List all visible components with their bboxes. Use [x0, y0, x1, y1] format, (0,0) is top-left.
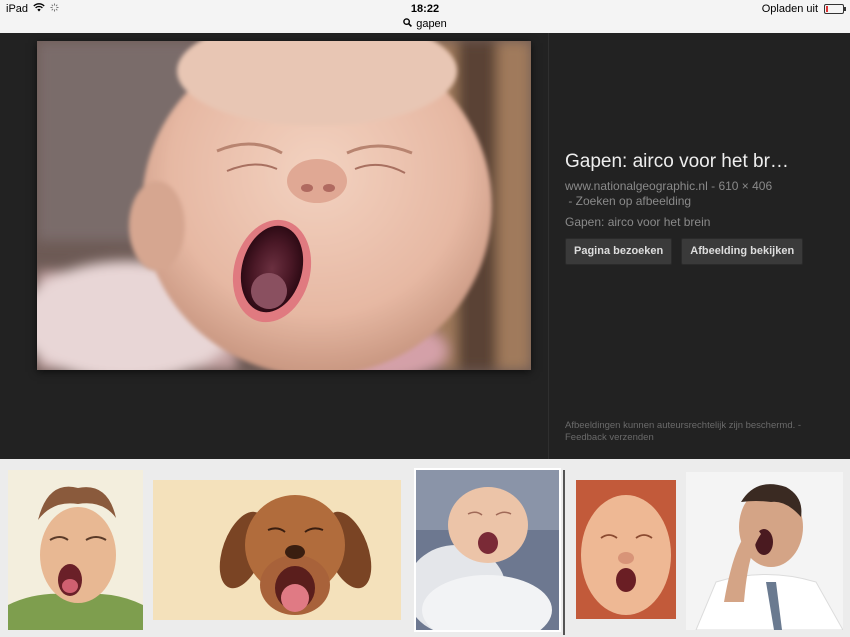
thumbnail-baby-closeup[interactable] [576, 480, 676, 619]
scroll-divider [563, 470, 565, 635]
feedback-link[interactable]: Feedback verzenden [565, 432, 654, 443]
thumbnail-strip [0, 459, 850, 637]
thumbnail-yawning-baby-selected[interactable] [416, 470, 559, 630]
thumbnail-yawning-dog[interactable] [153, 480, 401, 620]
main-image-yawning-baby[interactable] [37, 41, 531, 370]
panel-divider [548, 33, 549, 459]
battery-icon [824, 4, 846, 14]
image-title[interactable]: Gapen: airco voor het br… [565, 151, 810, 173]
image-caption: Gapen: airco voor het brein [565, 215, 711, 229]
image-info-panel: Gapen: airco voor het br… www.nationalge… [565, 151, 835, 265]
view-image-button[interactable]: Afbeelding bekijken [681, 238, 804, 265]
charging-label: Opladen uit [761, 3, 818, 15]
search-by-image-link[interactable]: - Zoeken op afbeelding [568, 194, 691, 208]
image-source: www.nationalgeographic.nl - 610 × 406 - … [565, 179, 835, 209]
copyright-notice: Afbeeldingen kunnen auteursrechtelijk zi… [565, 420, 835, 444]
thumbnail-yawning-man[interactable] [8, 470, 143, 630]
thumbnail-man-yawning-hand[interactable] [686, 472, 843, 630]
source-domain-link[interactable]: www.nationalgeographic.nl [565, 179, 708, 193]
search-bar[interactable]: gapen [0, 18, 850, 33]
copyright-text: Afbeeldingen kunnen auteursrechtelijk zi… [565, 420, 802, 431]
image-dimensions: - 610 × 406 [711, 179, 773, 193]
status-bar: iPad 18:22 Opladen uit [0, 0, 850, 20]
search-icon [403, 18, 413, 30]
visit-page-button[interactable]: Pagina bezoeken [565, 238, 673, 265]
image-viewer: Gapen: airco voor het br… www.nationalge… [0, 33, 850, 459]
status-time: 18:22 [410, 3, 440, 15]
search-query: gapen [416, 18, 447, 30]
